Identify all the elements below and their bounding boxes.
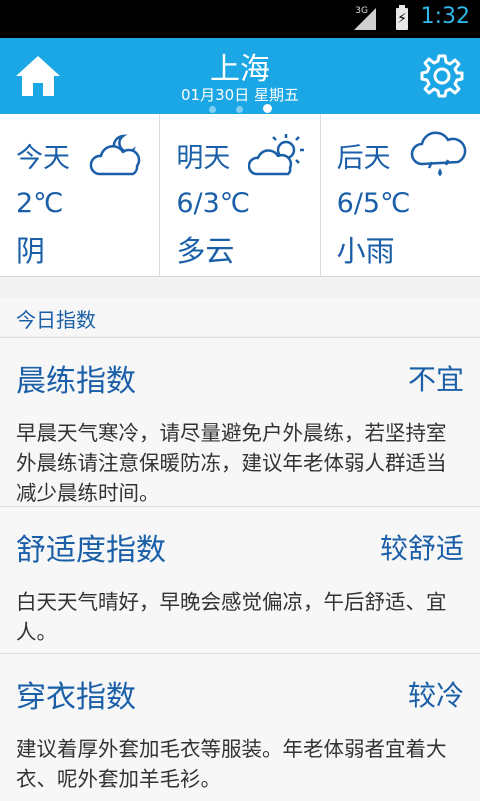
partly-cloudy-icon	[247, 134, 304, 176]
forecast-day-label: 明天	[176, 143, 231, 174]
header-bar: 上海 01月30日 星期五	[0, 38, 480, 114]
forecast-condition: 多云	[176, 234, 235, 268]
page-dot-active	[262, 104, 272, 113]
index-value: 不宜	[407, 363, 464, 396]
forecast-day-after[interactable]: 后天 6/5℃ 小雨	[321, 114, 480, 276]
forecast-temp: 2℃	[16, 188, 64, 219]
index-description: 白天天气晴好，早晚会感觉偏凉，午后舒适、宜人。	[16, 590, 447, 644]
page-indicator	[0, 104, 480, 113]
signal-icon	[354, 8, 376, 30]
forecast-temp: 6/5℃	[336, 188, 411, 219]
page-dot	[208, 106, 216, 113]
forecast-day-label: 今天	[16, 143, 70, 174]
index-value: 较冷	[407, 679, 464, 712]
page-dot	[235, 106, 243, 113]
index-title: 晨练指数	[16, 364, 136, 399]
status-time: 1:32	[420, 4, 470, 29]
indices-section-header: 今日指数	[0, 298, 480, 336]
forecast-today[interactable]: 今天 2℃ 阴	[0, 114, 161, 276]
city-name[interactable]: 上海	[0, 44, 480, 88]
forecast-panel: 今天 2℃ 阴 明天 6/3℃ 多云 后天 6/5℃ 小雨	[0, 114, 480, 277]
index-description: 建议着厚外套加毛衣等服装。年老体弱者宜着大衣、呢外套加羊毛衫。	[16, 737, 447, 791]
index-item-morning-exercise[interactable]: 晨练指数 不宜 早晨天气寒冷，请尽量避免户外晨练，若坚持室外晨练请注意保暖防冻，…	[0, 337, 480, 506]
date-label: 01月30日 星期五	[181, 86, 299, 104]
index-item-comfort[interactable]: 舒适度指数 较舒适 白天天气晴好，早晚会感觉偏凉，午后舒适、宜人。	[0, 506, 480, 653]
status-bar: 3G ⚡ 1:32	[0, 0, 480, 38]
forecast-condition: 阴	[16, 234, 46, 268]
charging-icon: ⚡	[397, 11, 407, 27]
index-title: 穿衣指数	[16, 680, 136, 715]
index-title: 舒适度指数	[16, 533, 166, 568]
cloudy-night-icon	[90, 134, 141, 176]
index-description: 早晨天气寒冷，请尽量避免户外晨练，若坚持室外晨练请注意保暖防冻，建议年老体弱人群…	[16, 421, 447, 505]
index-item-clothing[interactable]: 穿衣指数 较冷 建议着厚外套加毛衣等服装。年老体弱者宜着大衣、呢外套加羊毛衫。	[0, 653, 480, 801]
forecast-day-label: 后天	[336, 143, 391, 174]
forecast-tomorrow[interactable]: 明天 6/3℃ 多云	[160, 114, 321, 276]
gear-icon[interactable]	[418, 52, 466, 100]
section-title: 今日指数	[16, 308, 96, 332]
forecast-temp: 6/3℃	[176, 188, 251, 219]
forecast-condition: 小雨	[336, 234, 395, 268]
index-value: 较舒适	[379, 532, 464, 565]
rain-icon	[410, 131, 467, 176]
